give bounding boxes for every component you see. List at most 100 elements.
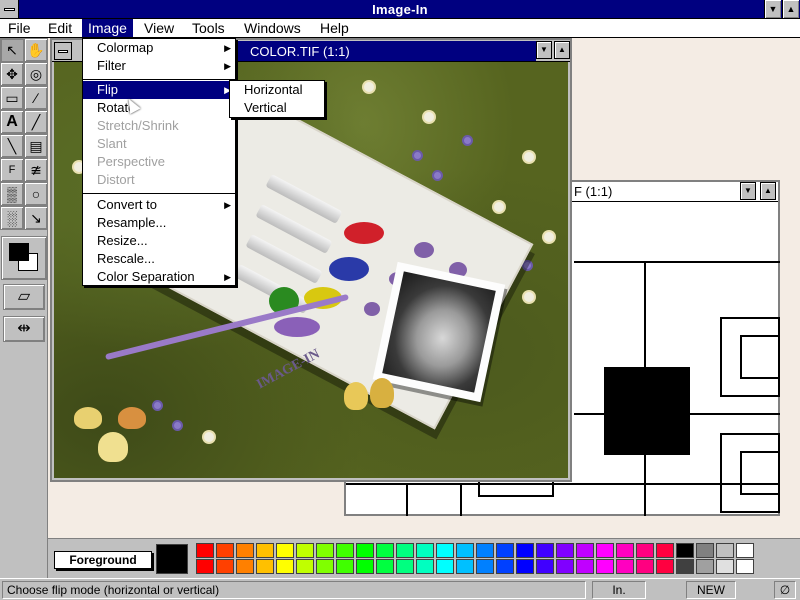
airbrush-icon[interactable]: ▒ — [0, 182, 24, 206]
doc2-maximize-button[interactable]: ▲ — [760, 182, 776, 200]
palette-swatch[interactable] — [416, 559, 434, 574]
palette-swatch[interactable] — [676, 543, 694, 558]
doc2-minimize-button[interactable]: ▼ — [740, 182, 756, 200]
palette-swatch[interactable] — [216, 543, 234, 558]
palette-swatch[interactable] — [336, 543, 354, 558]
smudge-icon[interactable]: ≇ — [24, 158, 48, 182]
palette-swatch[interactable] — [456, 543, 474, 558]
palette-swatch[interactable] — [296, 543, 314, 558]
palette-swatch[interactable] — [576, 543, 594, 558]
palette-swatch[interactable] — [476, 543, 494, 558]
palette-swatch[interactable] — [616, 559, 634, 574]
menu-edit[interactable]: Edit — [42, 19, 78, 37]
text-icon[interactable]: A — [0, 110, 24, 134]
move-icon[interactable]: ✥ — [0, 62, 24, 86]
palette-swatch[interactable] — [396, 543, 414, 558]
menu-item-filter[interactable]: Filter ▶ — [83, 57, 235, 75]
menu-windows[interactable]: Windows — [238, 19, 307, 37]
hand-icon[interactable]: ✋ — [24, 38, 48, 62]
palette-swatch[interactable] — [256, 543, 274, 558]
palette-swatch[interactable] — [436, 543, 454, 558]
palette-swatch[interactable] — [656, 559, 674, 574]
line-icon[interactable]: ╲ — [0, 134, 24, 158]
palette-swatch[interactable] — [336, 559, 354, 574]
palette-swatch[interactable] — [316, 543, 334, 558]
palette-swatch[interactable] — [456, 559, 474, 574]
menu-view[interactable]: View — [138, 19, 180, 37]
document-maximize-button[interactable]: ▲ — [554, 41, 570, 59]
palette-swatch[interactable] — [556, 543, 574, 558]
menu-image[interactable]: Image — [82, 19, 133, 37]
menu-item-resize[interactable]: Resize... — [83, 232, 235, 250]
palette-swatch[interactable] — [676, 559, 694, 574]
palette-swatch[interactable] — [276, 559, 294, 574]
palette-swatch[interactable] — [256, 559, 274, 574]
palette-swatch[interactable] — [736, 559, 754, 574]
zoom-icon[interactable]: ◎ — [24, 62, 48, 86]
foreground-color-swatch[interactable] — [9, 243, 29, 261]
eraser-large-icon[interactable]: ▱ — [3, 284, 45, 310]
palette-swatch[interactable] — [416, 543, 434, 558]
eyedropper-icon[interactable]: ↘ — [24, 206, 48, 230]
menu-item-convert-to[interactable]: Convert to ▶ — [83, 196, 235, 214]
minimize-button[interactable]: ▼ — [764, 0, 781, 18]
palette-swatch[interactable] — [636, 559, 654, 574]
pencil-icon[interactable]: ∕ — [24, 86, 48, 110]
palette-swatch[interactable] — [376, 543, 394, 558]
palette-swatch[interactable] — [376, 559, 394, 574]
palette-swatch[interactable] — [516, 543, 534, 558]
move-arrows-icon[interactable]: ⇹ — [3, 316, 45, 342]
document-minimize-button[interactable]: ▼ — [536, 41, 552, 59]
menu-item-rescale[interactable]: Rescale... — [83, 250, 235, 268]
menu-item-horizontal[interactable]: Horizontal — [230, 81, 324, 99]
palette-swatch[interactable] — [196, 559, 214, 574]
palette-swatch[interactable] — [536, 543, 554, 558]
palette-swatch[interactable] — [696, 559, 714, 574]
menu-item-vertical[interactable]: Vertical — [230, 99, 324, 117]
color-selector[interactable] — [1, 236, 47, 280]
palette-swatch[interactable] — [396, 559, 414, 574]
hatch-icon[interactable]: ░ — [0, 206, 24, 230]
menu-item-colormap[interactable]: Colormap ▶ — [83, 39, 235, 57]
palette-swatch[interactable] — [696, 543, 714, 558]
palette-swatch[interactable] — [356, 559, 374, 574]
palette-swatch[interactable] — [276, 543, 294, 558]
palette-swatch[interactable] — [716, 543, 734, 558]
palette-swatch[interactable] — [656, 543, 674, 558]
palette-swatch[interactable] — [596, 559, 614, 574]
arrow-select-icon[interactable]: ↖ — [0, 38, 24, 62]
menu-item-color-separation[interactable]: Color Separation ▶ — [83, 268, 235, 286]
palette-swatch[interactable] — [636, 543, 654, 558]
palette-swatch[interactable] — [556, 559, 574, 574]
palette-swatch[interactable] — [716, 559, 734, 574]
palette-swatch[interactable] — [216, 559, 234, 574]
palette-swatch[interactable] — [736, 543, 754, 558]
palette-swatch[interactable] — [576, 559, 594, 574]
menu-file[interactable]: File — [2, 19, 37, 37]
brush-icon[interactable]: ╱ — [24, 110, 48, 134]
palette-swatch[interactable] — [496, 543, 514, 558]
palette-swatch[interactable] — [616, 543, 634, 558]
palette-swatch[interactable] — [596, 543, 614, 558]
menu-help[interactable]: Help — [314, 19, 355, 37]
palette-swatch[interactable] — [296, 559, 314, 574]
palette-swatch[interactable] — [536, 559, 554, 574]
fx-icon[interactable]: F — [0, 158, 24, 182]
palette-swatch[interactable] — [476, 559, 494, 574]
menu-item-flip[interactable]: Flip ▶ — [83, 81, 235, 99]
palette-swatch[interactable] — [236, 559, 254, 574]
palette-swatch[interactable] — [496, 559, 514, 574]
bucket-icon[interactable]: ▤ — [24, 134, 48, 158]
palette-swatch[interactable] — [436, 559, 454, 574]
maximize-button[interactable]: ▲ — [782, 0, 799, 18]
palette-swatch[interactable] — [356, 543, 374, 558]
palette-swatch[interactable] — [236, 543, 254, 558]
palette-swatch[interactable] — [516, 559, 534, 574]
eraser-icon[interactable]: ▭ — [0, 86, 24, 110]
lasso-icon[interactable]: ○ — [24, 182, 48, 206]
menu-item-rotate[interactable]: Rotate — [83, 99, 235, 117]
palette-swatch[interactable] — [316, 559, 334, 574]
document-system-menu-button[interactable] — [54, 42, 72, 60]
menu-tools[interactable]: Tools — [186, 19, 231, 37]
foreground-label[interactable]: Foreground — [54, 551, 152, 569]
